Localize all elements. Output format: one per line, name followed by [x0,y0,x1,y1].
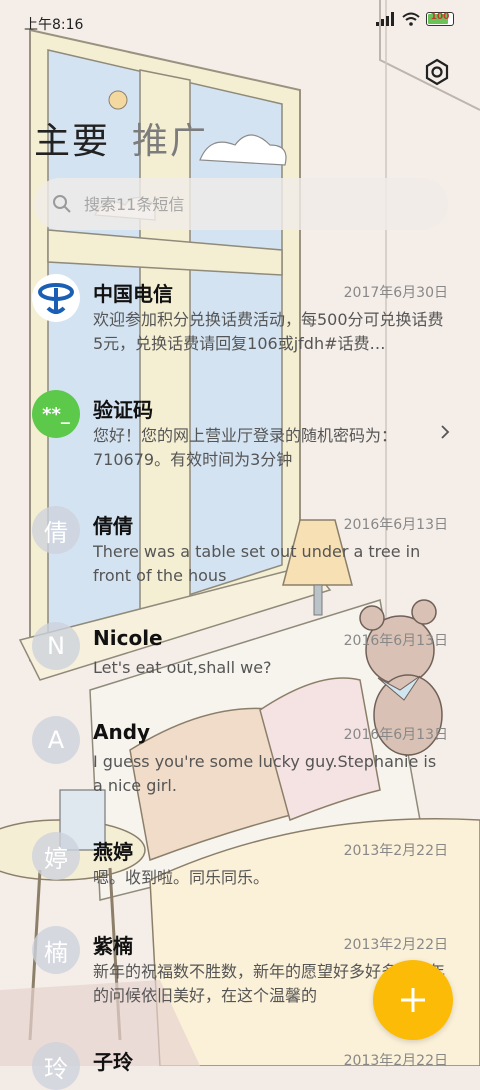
sender-name: 中国电信 [93,282,173,306]
avatar-initial: 倩 [44,518,68,547]
message-preview: There was a table set out under a tree i… [93,542,421,585]
sender-name: 倩倩 [93,514,133,538]
battery-icon: 100 [426,12,454,26]
settings-hexagon-icon[interactable] [423,58,451,86]
message-date: 2013年2月22日 [343,1053,448,1069]
avatar-initial: 楠 [44,938,68,967]
sender-name: Nicole [93,626,163,650]
message-date: 2017年6月30日 [343,285,448,301]
avatar-label: **_ [42,403,70,425]
sender-name: Andy [93,720,151,744]
contact-avatar: A [32,716,80,764]
avatar-initial: 玲 [44,1054,68,1083]
chevron-right-icon [441,425,450,439]
conversation-row[interactable]: A Andy 2016年6月13日 I guess you're some lu… [0,704,480,820]
sender-name: 燕婷 [93,840,133,864]
search-input[interactable] [82,193,406,215]
avatar-initial: A [47,726,65,754]
category-tabs: 主要 推广 [34,112,208,164]
battery-level: 100 [430,12,450,22]
contact-avatar: 婷 [32,832,80,880]
search-bar[interactable] [34,178,448,230]
message-date: 2016年6月13日 [343,517,448,533]
avatar-initial: 婷 [44,844,68,873]
avatar-initial: N [47,632,65,660]
status-bar: 上午8:16 100 [0,0,480,44]
sender-name: 紫楠 [93,934,133,958]
message-date: 2016年6月13日 [343,633,448,649]
conversation-row[interactable]: **_ 验证码 您好！您的网上营业厅登录的随机密码为：710679。有效时间为3… [0,378,480,494]
search-icon [53,195,71,213]
conversation-row[interactable]: 婷 燕婷 2013年2月22日 嗯。收到啦。同乐同乐。 [0,820,480,914]
tab-promotions[interactable]: 推广 [132,112,208,164]
sender-name: 子玲 [93,1050,133,1074]
message-preview: 嗯。收到啦。同乐同乐。 [93,868,270,887]
message-preview: 您好！您的网上营业厅登录的随机密码为：710679。有效时间为3分钟 [93,426,398,469]
wifi-icon [402,12,420,26]
contact-avatar: 倩 [32,506,80,554]
conversation-row[interactable]: N Nicole 2016年6月13日 Let's eat out,shall … [0,610,480,704]
plus-icon [401,988,425,1012]
status-icons: 100 [376,12,454,26]
message-date: 2016年6月13日 [343,727,448,743]
message-preview: I guess you're some lucky guy.Stephanie … [93,752,437,795]
china-telecom-logo-icon [32,274,80,322]
conversation-row[interactable]: 中国电信 2017年6月30日 欢迎参加积分兑换话费活动，每500分可兑换话费5… [0,262,480,378]
message-preview: Let's eat out,shall we? [93,658,272,677]
conversation-row[interactable]: 倩 倩倩 2016年6月13日 There was a table set ou… [0,494,480,610]
sender-name: 验证码 [93,398,153,422]
contact-avatar: 玲 [32,1042,80,1090]
signal-icon [376,12,394,26]
contact-avatar: 楠 [32,926,80,974]
status-time: 上午8:16 [24,17,84,33]
contact-avatar: N [32,622,80,670]
message-date: 2013年2月22日 [343,937,448,953]
verification-code-avatar: **_ [32,390,80,438]
compose-button[interactable] [373,960,453,1040]
tab-primary[interactable]: 主要 [34,112,110,164]
message-date: 2013年2月22日 [343,843,448,859]
message-preview: 欢迎参加积分兑换话费活动，每500分可兑换话费5元，兑换话费请回复106或jfd… [93,310,444,353]
